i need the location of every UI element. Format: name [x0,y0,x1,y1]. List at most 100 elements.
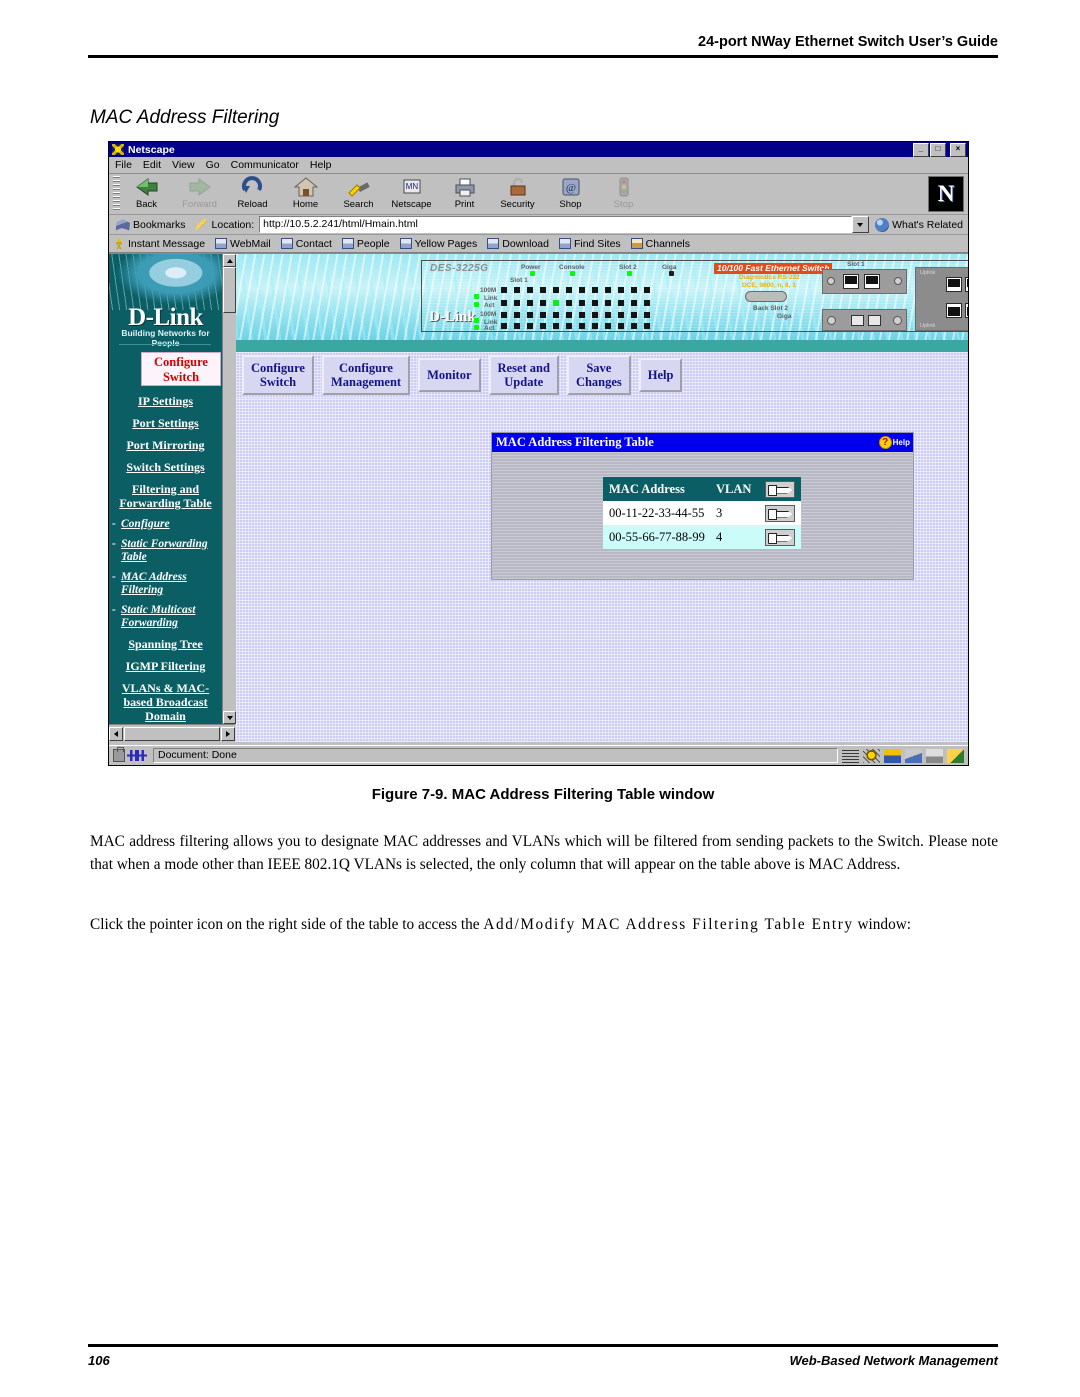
running-head-title: 24-port NWay Ethernet Switch User’s Guid… [698,34,998,50]
sidebar-item-static-multicast-forwarding[interactable]: Static Multicast Forwarding [109,604,222,630]
netscape-logo-icon[interactable]: N [928,176,964,212]
nav-button-reset-and-update[interactable]: Reset and Update [488,355,559,395]
whats-related-label[interactable]: What's Related [892,219,963,231]
home-button[interactable]: Home [279,174,332,210]
menu-go[interactable]: Go [206,159,220,171]
menu-file[interactable]: File [115,159,132,171]
paragraph-2-tail: window: [853,916,912,933]
contact-item[interactable]: Contact [280,238,332,250]
yellow-pages-icon [399,238,412,249]
sidebar-configure-switch-button[interactable]: Configure Switch [141,352,221,386]
sidebar-item-vlans-mac-broadcast[interactable]: VLANs & MAC-based Broadcast Domain [109,681,222,723]
shop-button[interactable]: @ Shop [544,174,597,210]
switch-label-act-bottom: Act [484,325,495,332]
nav-button-configure-management[interactable]: Configure Management [321,355,411,395]
webmail-item[interactable]: WebMail [215,238,271,250]
location-input[interactable]: http://10.5.2.241/html/Hmain.html [259,216,853,233]
navigator-icon[interactable] [863,748,880,763]
close-button[interactable]: × [950,143,966,157]
restore-button[interactable]: □ [930,143,946,157]
yellow-pages-item[interactable]: Yellow Pages [399,238,477,250]
menu-view[interactable]: View [172,159,195,171]
sidebar-item-port-mirroring[interactable]: Port Mirroring [109,438,222,452]
pointer-hand-icon[interactable] [764,480,795,498]
switch-label-dce: DCE, 9600, n, 8, 1 [742,282,796,289]
security-lock-icon[interactable] [113,747,125,762]
main-frame: DES-3225G 10/100 Fast Ethernet Switch D-… [236,254,968,742]
mailbox-icon[interactable] [884,748,901,763]
reload-button[interactable]: Reload [226,174,279,210]
nav-button-monitor-label: Monitor [427,368,472,382]
channels-item[interactable]: Channels [630,238,690,250]
composer-icon[interactable] [947,748,964,763]
sidebar-item-spanning-tree[interactable]: Spanning Tree [109,637,222,651]
location-dropdown-icon[interactable] [852,216,870,233]
stop-button[interactable]: Stop [597,174,650,210]
security-button[interactable]: Security [491,174,544,210]
switch-label-console: Console [559,264,585,271]
netscape-button[interactable]: MN Netscape [385,174,438,210]
bookmarks-label[interactable]: Bookmarks [133,219,186,231]
menu-communicator[interactable]: Communicator [231,159,299,171]
document-page: 24-port NWay Ethernet Switch User’s Guid… [0,0,1080,1397]
panel-help-button[interactable]: ? Help [878,433,910,452]
nav-button-save-changes[interactable]: Save Changes [566,355,631,395]
address-book-icon[interactable] [926,748,943,763]
cell-mac-address: 00-11-22-33-44-55 [609,505,705,520]
search-button[interactable]: Search [332,174,385,210]
minimize-button[interactable]: _ [913,143,929,157]
back-button[interactable]: Back [120,174,173,210]
sidebar-scroll-thumb[interactable] [223,267,236,313]
scroll-left-icon[interactable] [109,726,123,741]
scroll-right-icon[interactable] [221,726,235,741]
sidebar-item-configure[interactable]: Configure [109,518,222,531]
find-sites-item[interactable]: Find Sites [558,238,621,250]
slot2-screw-right [893,316,902,325]
menu-edit[interactable]: Edit [143,159,161,171]
body-paragraph-2: Click the pointer icon on the right side… [90,913,998,936]
whats-related-globe-icon[interactable] [875,217,890,232]
print-button[interactable]: Print [438,174,491,210]
status-text: Document: Done [153,748,838,763]
newsgroups-icon[interactable] [905,748,922,763]
pointer-hand-icon[interactable] [764,504,795,522]
sidebar-item-switch-settings[interactable]: Switch Settings [109,460,222,474]
sidebar-item-static-forwarding-table[interactable]: Static Forwarding Table [109,538,222,564]
toolbar-grip[interactable] [113,176,120,212]
sidebar-item-ip-settings[interactable]: IP Settings [109,394,222,408]
led-giga [669,271,674,276]
bookmarks-icon[interactable] [115,219,130,231]
sidebar-hscroll-thumb[interactable] [124,726,220,741]
pointer-hand-icon[interactable] [764,528,795,546]
page-number: 106 [88,1353,110,1368]
sidebar-vertical-scrollbar[interactable] [222,254,236,724]
forward-button-label: Forward [182,199,217,210]
sidebar-item-igmp-filtering[interactable]: IGMP Filtering [109,659,222,673]
download-label: Download [502,237,549,250]
download-item[interactable]: Download [487,238,549,250]
switch-label-100m-bottom: 100M [480,311,497,318]
cell-vlan: 3 [716,505,723,520]
instant-message-item[interactable]: Instant Message [113,238,205,250]
nav-button-configure-switch[interactable]: Configure Switch [242,355,314,395]
menu-help[interactable]: Help [310,159,332,171]
switch-label-slot2: Slot 2 [619,264,637,271]
cell-action [758,528,801,546]
scroll-up-icon[interactable] [223,254,236,267]
switch-label-power: Power [521,264,541,271]
forward-button[interactable]: Forward [173,174,226,210]
nav-button-help[interactable]: Help [638,358,683,392]
dlink-tagline: Building Networks for People [121,328,210,348]
sidebar-item-mac-address-filtering[interactable]: MAC Address Filtering [109,571,222,597]
scroll-down-icon[interactable] [223,711,236,724]
sidebar-item-filtering-forwarding-table[interactable]: Filtering and Forwarding Table [109,482,222,510]
mac-filtering-panel: MAC Address Filtering Table ? Help MAC A… [491,432,914,580]
led-console [570,271,575,276]
nav-button-monitor[interactable]: Monitor [418,358,481,392]
svg-text:MN: MN [405,182,418,191]
sidebar-horizontal-scrollbar[interactable] [109,724,235,742]
component-bar-icon[interactable] [842,748,859,763]
people-item[interactable]: People [341,238,390,250]
netscape-icon: MN [400,176,424,198]
sidebar-item-port-settings[interactable]: Port Settings [109,416,222,430]
